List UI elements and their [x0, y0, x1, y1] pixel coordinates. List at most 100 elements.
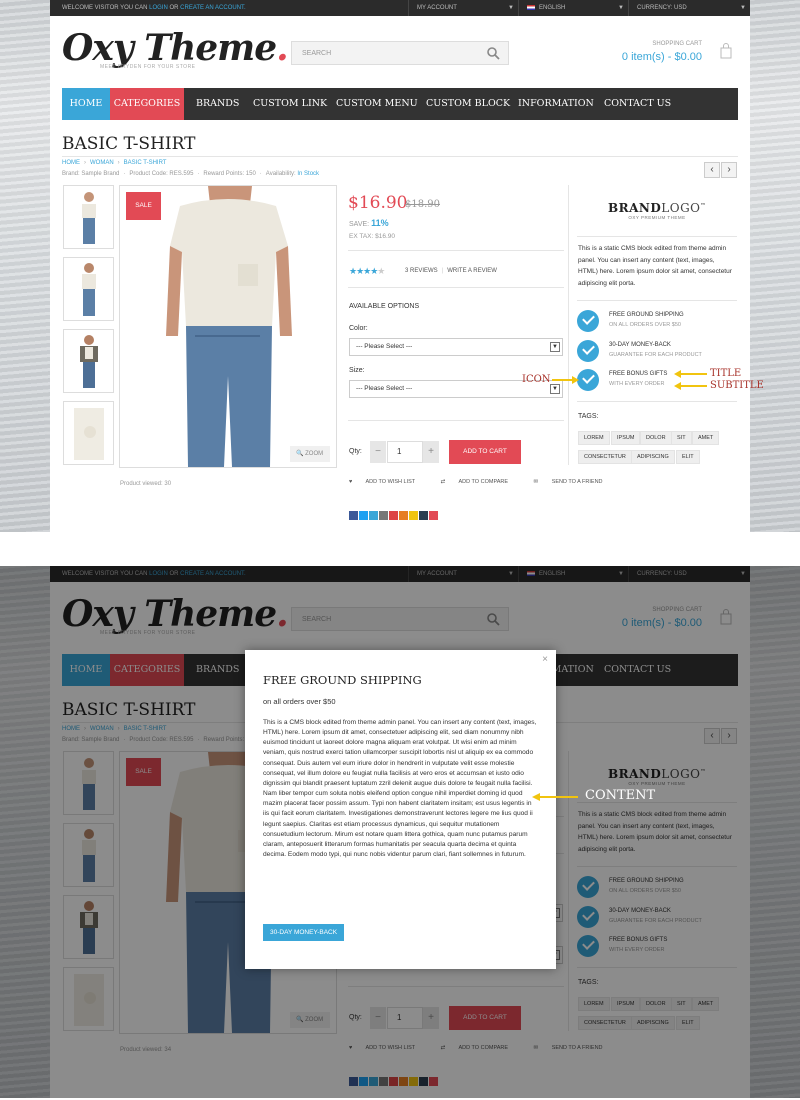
next-product-button[interactable]: › [721, 162, 737, 178]
tag-sit[interactable]: SIT [671, 431, 692, 445]
facebook-icon[interactable] [349, 511, 358, 520]
my-account-dropdown[interactable]: MY ACCOUNT ▼ [408, 0, 518, 16]
divider [577, 401, 737, 402]
column-divider [568, 185, 569, 465]
tags-heading: TAGS: [578, 413, 599, 420]
check-icon [577, 340, 599, 362]
shopping-bag-icon[interactable] [720, 43, 732, 59]
zoom-button[interactable]: 🔍 ZOOM [290, 446, 330, 462]
annotation-arrowhead [572, 376, 579, 384]
sale-badge: SALE [126, 192, 161, 220]
divider [577, 236, 737, 237]
compare-icon: ⇄ [440, 479, 446, 485]
product-thumbnail[interactable] [63, 329, 114, 393]
nav-brands[interactable]: BRANDS [188, 88, 247, 120]
shopping-cart[interactable]: SHOPPING CART 0 item(s) - $0.00 [600, 41, 702, 63]
main-navigation: HOME CATEGORIES BRANDS CUSTOM LINK CUSTO… [62, 88, 738, 120]
create-account-link[interactable]: CREATE AN ACCOUNT. [180, 5, 246, 11]
divider [348, 420, 564, 421]
product-thumbnail[interactable] [63, 185, 114, 249]
tag-ipsum[interactable]: IPSUM [611, 431, 641, 445]
more-share-icon[interactable] [429, 511, 438, 520]
twitter-icon[interactable] [359, 511, 368, 520]
quantity-minus-button[interactable]: − [370, 441, 386, 463]
product-thumbnail[interactable] [63, 257, 114, 321]
search-icon[interactable] [486, 46, 500, 60]
breadcrumb-woman[interactable]: WOMAN [90, 160, 114, 166]
feature-free-shipping[interactable]: FREE GROUND SHIPPING ON ALL ORDERS OVER $… [577, 308, 737, 334]
annotation-arrow [681, 373, 707, 375]
search-input[interactable]: SEARCH [302, 50, 331, 57]
quantity-label: Qty: [349, 448, 362, 455]
blogger-icon[interactable] [399, 511, 408, 520]
social-share-buttons [349, 507, 439, 525]
nav-home[interactable]: HOME [62, 88, 110, 120]
brand-logo[interactable]: BRANDLOGO™ OXY PREMIUM THEME [577, 186, 737, 232]
tag-amet[interactable]: AMET [692, 431, 720, 445]
modal-money-back-button[interactable]: 30-DAY MONEY-BACK [263, 924, 345, 941]
product-thumbnail[interactable] [63, 401, 114, 465]
product-main-image[interactable] [119, 185, 337, 468]
divider [62, 156, 738, 157]
screenshot-product-page: WELCOME VISITOR YOU CAN LOGIN OR CREATE … [0, 0, 800, 532]
quantity-input[interactable]: 1 [387, 441, 423, 463]
color-select[interactable]: --- Please Select ---▼ [349, 338, 563, 356]
write-review-link[interactable]: WRITE A REVIEW [447, 268, 497, 274]
feature-money-back[interactable]: 30-DAY MONEY-BACK GUARANTEE FOR EACH PROD… [577, 338, 737, 364]
annotation-arrow [540, 796, 578, 798]
reviews-link[interactable]: 3 REVIEWS [405, 268, 438, 274]
annotation-arrowhead [674, 370, 681, 378]
cart-label: SHOPPING CART [652, 41, 702, 47]
breadcrumb-current[interactable]: BASIC T-SHIRT [124, 160, 167, 166]
nav-custom-block[interactable]: CUSTOM BLOCK [418, 88, 518, 120]
divider [577, 300, 737, 301]
chevron-down-icon: ▼ [550, 342, 560, 352]
nav-contact-us[interactable]: CONTACT US [596, 88, 679, 120]
gmail-icon[interactable] [389, 511, 398, 520]
quantity-plus-button[interactable]: + [423, 441, 439, 463]
tag-lorem[interactable]: LOREM [578, 431, 610, 445]
old-price: $18.90 [405, 199, 440, 210]
annotation-title-label: TITLE [710, 368, 742, 379]
annotation-arrow [552, 379, 574, 381]
product-actions: ♥ ADD TO WISH LIST ⇄ ADD TO COMPARE ✉ SE… [349, 479, 627, 485]
nav-information[interactable]: INFORMATION [510, 88, 602, 120]
tag-elit[interactable]: ELIT [676, 450, 700, 464]
search-box[interactable]: SEARCH [291, 41, 509, 65]
tumblr-icon[interactable] [419, 511, 428, 520]
currency-dropdown[interactable]: CURRENCY: USD ▼ [628, 0, 750, 16]
check-icon [577, 369, 599, 391]
tag-consectetur[interactable]: CONSECTETUR [578, 450, 632, 464]
add-to-compare-link[interactable]: ⇄ ADD TO COMPARE [441, 479, 520, 485]
print-icon[interactable] [379, 511, 388, 520]
tag-dolor[interactable]: DOLOR [640, 431, 672, 445]
divider [348, 250, 564, 251]
store-logo[interactable]: Oxy Theme. [62, 28, 289, 68]
welcome-text: WELCOME VISITOR YOU CAN LOGIN OR CREATE … [62, 5, 246, 11]
reviews-links: 3 REVIEWS|WRITE A REVIEW [405, 268, 497, 274]
close-icon[interactable]: × [542, 654, 548, 665]
nav-categories[interactable]: CATEGORIES [110, 88, 184, 120]
email-icon[interactable] [369, 511, 378, 520]
divider [348, 287, 564, 288]
annotation-icon-label: ICON [522, 374, 551, 385]
language-dropdown[interactable]: ENGLISH ▼ [518, 0, 628, 16]
rating-stars: ★★★★★ [349, 266, 385, 276]
login-link[interactable]: LOGIN [149, 5, 168, 11]
check-icon [577, 310, 599, 332]
nav-custom-link[interactable]: CUSTOM LINK [245, 88, 335, 120]
cart-summary[interactable]: 0 item(s) - $0.00 [600, 51, 702, 63]
heart-icon: ♥ [349, 479, 353, 485]
add-to-cart-button[interactable]: ADD TO CART [449, 440, 521, 464]
modal-title: FREE GROUND SHIPPING [263, 673, 422, 687]
favorites-icon[interactable] [409, 511, 418, 520]
color-label: Color: [349, 325, 368, 332]
nav-custom-menu[interactable]: CUSTOM MENU [328, 88, 426, 120]
tag-adipiscing[interactable]: ADIPISCING [631, 450, 675, 464]
prev-product-button[interactable]: ‹ [704, 162, 720, 178]
ex-tax-price: EX TAX: $16.90 [349, 233, 396, 240]
breadcrumb-home[interactable]: HOME [62, 160, 80, 166]
send-to-friend-link[interactable]: ✉ SEND TO A FRIEND [534, 479, 615, 485]
annotation-arrowhead [674, 382, 681, 390]
add-to-wishlist-link[interactable]: ♥ ADD TO WISH LIST [349, 479, 427, 485]
